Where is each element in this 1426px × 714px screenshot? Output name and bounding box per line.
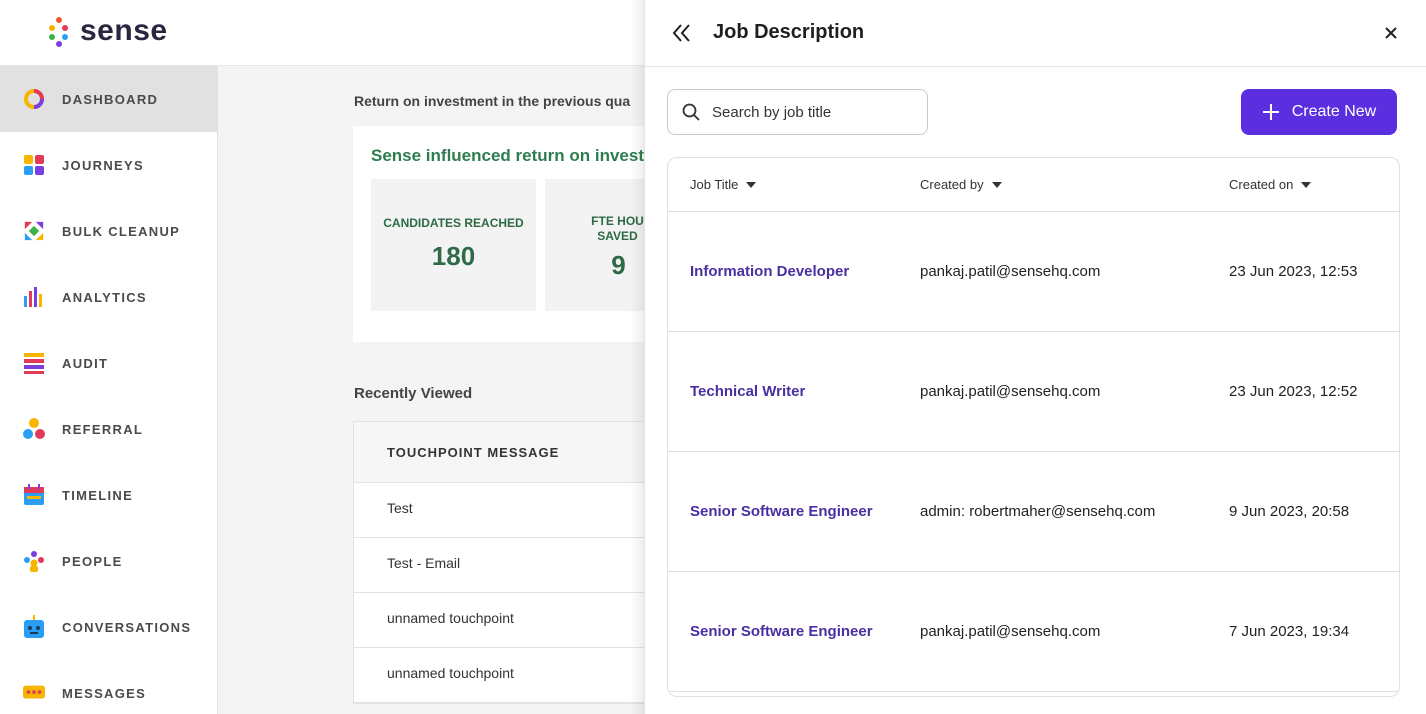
caret-down-icon	[1301, 181, 1312, 188]
sort-created-on[interactable]: Created on	[1229, 177, 1312, 192]
sidebar-item-bulk-cleanup[interactable]: BULK CLEANUP	[0, 198, 217, 264]
stat-label: CANDIDATES REACHED	[383, 216, 524, 230]
created-by-cell: pankaj.patil@sensehq.com	[920, 383, 1101, 400]
sidebar-item-label: ANALYTICS	[62, 289, 147, 305]
column-header-label: Created by	[920, 177, 984, 192]
table-row[interactable]: Test - Email	[354, 538, 648, 593]
table-row: Technical Writer pankaj.patil@sensehq.co…	[668, 332, 1399, 452]
messages-bubble-icon	[23, 682, 45, 704]
double-chevron-left-icon	[672, 24, 690, 42]
recently-viewed-table: TOUCHPOINT MESSAGE Test Test - Email unn…	[353, 421, 648, 704]
create-new-button[interactable]: Create New	[1241, 89, 1397, 135]
sort-created-by[interactable]: Created by	[920, 177, 1002, 192]
sidebar-item-label: REFERRAL	[62, 421, 144, 437]
dashboard-ring-icon	[23, 88, 45, 110]
sidebar-item-analytics[interactable]: ANALYTICS	[0, 264, 217, 330]
create-new-label: Create New	[1291, 103, 1377, 120]
close-drawer-button[interactable]	[1380, 22, 1402, 44]
roi-card-title: Sense influenced return on investr	[371, 146, 648, 165]
job-title-link[interactable]: Technical Writer	[690, 383, 805, 400]
sidebar-item-messages[interactable]: MESSAGES	[0, 660, 217, 714]
search-input[interactable]	[712, 103, 912, 121]
job-title-link[interactable]: Senior Software Engineer	[690, 623, 873, 640]
drawer-header: Job Description	[645, 0, 1426, 67]
sidebar-item-label: TIMELINE	[62, 487, 134, 503]
created-by-cell: pankaj.patil@sensehq.com	[920, 623, 1101, 640]
job-title-link[interactable]: Information Developer	[690, 263, 849, 280]
created-on-cell: 23 Jun 2023, 12:52	[1229, 383, 1358, 400]
created-by-cell: admin: robertmaher@sensehq.com	[920, 503, 1156, 520]
sort-job-title[interactable]: Job Title	[690, 177, 757, 192]
close-icon	[1385, 27, 1397, 39]
audit-list-icon	[23, 352, 45, 374]
sidebar-item-label: BULK CLEANUP	[62, 223, 181, 239]
table-row: Information Developer pankaj.patil@sense…	[668, 212, 1399, 332]
table-row[interactable]: unnamed touchpoint	[354, 593, 648, 648]
sidebar-item-timeline[interactable]: TIMELINE	[0, 462, 217, 528]
created-on-cell: 23 Jun 2023, 12:53	[1229, 263, 1358, 280]
recently-viewed-title: Recently Viewed	[354, 385, 473, 402]
roi-section-title: Return on investment in the previous qua	[354, 93, 631, 109]
job-search-field[interactable]	[667, 89, 928, 135]
created-on-cell: 7 Jun 2023, 19:34	[1229, 623, 1350, 640]
stat-candidates-reached: CANDIDATES REACHED 180	[371, 179, 536, 311]
created-on-cell: 9 Jun 2023, 20:58	[1229, 503, 1350, 520]
caret-down-icon	[746, 181, 757, 188]
logo-dots-icon	[48, 15, 70, 47]
sidebar-item-label: AUDIT	[62, 355, 109, 371]
created-by-cell: pankaj.patil@sensehq.com	[920, 263, 1101, 280]
journeys-grid-icon	[23, 154, 45, 176]
drawer-title: Job Description	[713, 21, 865, 43]
dashboard-main: Return on investment in the previous qua…	[218, 66, 648, 714]
sense-logo[interactable]: sense	[48, 14, 168, 48]
sidebar-item-label: DASHBOARD	[62, 91, 159, 107]
sidebar-item-label: CONVERSATIONS	[62, 619, 192, 635]
table-row: Senior Software Engineer pankaj.patil@se…	[668, 572, 1399, 692]
sidebar-item-people[interactable]: PEOPLE	[0, 528, 217, 594]
job-title-link[interactable]: Senior Software Engineer	[690, 503, 873, 520]
sidebar-nav: DASHBOARD JOURNEYS BULK CLEANUP ANALYTIC…	[0, 66, 218, 714]
sidebar-item-label: MESSAGES	[62, 685, 147, 701]
timeline-calendar-icon	[23, 484, 45, 506]
table-row[interactable]: unnamed touchpoint	[354, 648, 648, 703]
table-header: TOUCHPOINT MESSAGE	[354, 422, 648, 483]
plus-icon	[1262, 104, 1279, 120]
job-description-table: Job Title Created by Created on Informat…	[667, 157, 1400, 697]
conversations-robot-icon	[23, 615, 45, 638]
roi-card: Sense influenced return on investr CANDI…	[353, 126, 648, 342]
sidebar-item-label: JOURNEYS	[62, 157, 144, 173]
sidebar-item-audit[interactable]: AUDIT	[0, 330, 217, 396]
search-icon	[682, 103, 700, 121]
job-description-drawer: Job Description Create New Job Title Cre…	[644, 0, 1426, 714]
sidebar-item-referral[interactable]: REFERRAL	[0, 396, 217, 462]
sidebar-item-label: PEOPLE	[62, 553, 123, 569]
table-row: Senior Software Engineer admin: robertma…	[668, 452, 1399, 572]
table-header: Job Title Created by Created on	[668, 158, 1399, 212]
bulk-cleanup-arrows-icon	[23, 220, 45, 242]
column-header-label: Created on	[1229, 177, 1294, 192]
table-row[interactable]: Test	[354, 483, 648, 538]
caret-down-icon	[991, 181, 1002, 188]
sidebar-item-dashboard[interactable]: DASHBOARD	[0, 66, 217, 132]
collapse-drawer-button[interactable]	[669, 20, 695, 46]
stat-value: 180	[431, 241, 476, 271]
column-header-label: Job Title	[690, 177, 739, 192]
sidebar-item-conversations[interactable]: CONVERSATIONS	[0, 594, 217, 660]
logo-text: sense	[80, 14, 168, 47]
sidebar-item-journeys[interactable]: JOURNEYS	[0, 132, 217, 198]
people-group-icon	[23, 550, 45, 572]
referral-nodes-icon	[23, 418, 45, 440]
analytics-bars-icon	[23, 286, 45, 308]
